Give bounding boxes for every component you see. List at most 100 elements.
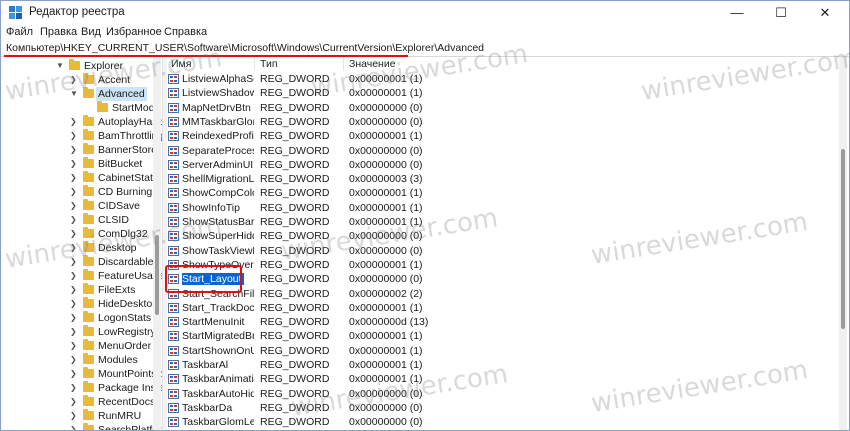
expand-right-icon[interactable]: ❯: [70, 269, 80, 283]
value-name-text: ShowTaskViewBu...: [182, 244, 254, 257]
registry-value-row[interactable]: ShellMigrationLe... REG_DWORD 0x00000003 (…: [166, 172, 837, 186]
minimize-button[interactable]: —: [715, 1, 759, 25]
registry-value-row[interactable]: ListviewAlphaSel... REG_DWORD 0x00000001 (…: [166, 72, 837, 86]
value-name-text: ReindexedProfile: [182, 130, 254, 143]
registry-value-row[interactable]: TaskbarAnimatio... REG_DWORD 0x00000001 (1…: [166, 372, 837, 386]
registry-value-row[interactable]: TaskbarAl REG_DWORD 0x00000001 (1): [166, 358, 837, 372]
registry-value-row[interactable]: MMTaskbarGlom... REG_DWORD 0x00000000 (0): [166, 115, 837, 129]
value-data: 0x00000003 (3): [349, 173, 423, 186]
expand-right-icon[interactable]: ❯: [70, 73, 80, 87]
expand-right-icon[interactable]: ❯: [70, 185, 80, 199]
registry-value-row[interactable]: ShowCompColor REG_DWORD 0x00000001 (1): [166, 186, 837, 200]
value-type: REG_DWORD: [260, 387, 330, 400]
registry-value-row[interactable]: StartShownOnUp... REG_DWORD 0x00000001 (1): [166, 344, 837, 358]
expand-right-icon[interactable]: ❯: [70, 353, 80, 367]
column-divider[interactable]: [254, 57, 255, 71]
folder-icon: [83, 213, 94, 224]
value-name-text: TaskbarAutoHide...: [182, 387, 254, 400]
menu-help[interactable]: Справка: [164, 26, 207, 38]
expand-down-icon[interactable]: ▼: [56, 59, 66, 73]
registry-value-row[interactable]: ReindexedProfile REG_DWORD 0x00000001 (1): [166, 129, 837, 143]
dword-value-icon: [168, 388, 179, 399]
registry-value-row[interactable]: StartMigratedBr... REG_DWORD 0x00000001 (1…: [166, 329, 837, 343]
expand-right-icon[interactable]: ❯: [70, 423, 80, 430]
menu-file[interactable]: Файл: [6, 26, 33, 38]
expand-right-icon[interactable]: ❯: [70, 213, 80, 227]
value-name-text: MapNetDrvBtn: [182, 101, 251, 114]
dword-value-icon: [168, 217, 179, 227]
registry-value-row[interactable]: ServerAdminUI REG_DWORD 0x00000000 (0): [166, 158, 837, 172]
value-type: REG_DWORD: [260, 216, 330, 228]
expand-right-icon[interactable]: ❯: [70, 325, 80, 339]
registry-value-row[interactable]: ShowSuperHidd... REG_DWORD 0x00000000 (0): [166, 229, 837, 243]
tree-scrollbar-thumb[interactable]: [155, 235, 159, 315]
registry-value-row[interactable]: SeparateProcess REG_DWORD 0x00000000 (0): [166, 144, 837, 158]
registry-value-row[interactable]: TaskbarDa REG_DWORD 0x00000000 (0): [166, 401, 837, 415]
dword-value-icon: [168, 245, 179, 256]
expand-right-icon[interactable]: ❯: [70, 143, 80, 157]
expand-right-icon[interactable]: ❯: [70, 409, 80, 423]
dword-value-icon: [168, 302, 179, 313]
value-data: 0x00000002 (2): [349, 287, 423, 300]
tree-item-label: BannerStore: [98, 144, 157, 156]
column-header-value[interactable]: Значение: [349, 57, 396, 71]
menu-edit[interactable]: Правка: [40, 26, 77, 38]
title-bar[interactable]: Редактор реестра — ☐ ✕: [1, 1, 849, 25]
value-name: ShowSuperHidd...: [182, 229, 254, 243]
value-type: REG_DWORD: [260, 73, 330, 85]
expand-right-icon[interactable]: ❯: [70, 367, 80, 381]
close-button[interactable]: ✕: [803, 1, 847, 25]
tree-item-label: Advanced: [96, 87, 147, 101]
expand-right-icon[interactable]: ❯: [70, 115, 80, 129]
registry-value-row[interactable]: MapNetDrvBtn REG_DWORD 0x00000000 (0): [166, 101, 837, 115]
registry-value-row[interactable]: TaskbarAutoHide... REG_DWORD 0x00000000 (0…: [166, 387, 837, 401]
expand-right-icon[interactable]: ❯: [70, 297, 80, 311]
tree-item-label: LogonStats: [98, 312, 152, 324]
value-data: 0x00000000 (0): [349, 230, 423, 243]
expand-right-icon[interactable]: ❯: [70, 227, 80, 241]
folder-icon: [83, 395, 94, 406]
expand-right-icon[interactable]: ❯: [70, 311, 80, 325]
value-name-text: ShowSuperHidd...: [182, 230, 254, 243]
expand-right-icon[interactable]: ❯: [70, 283, 80, 297]
registry-value-row[interactable]: ShowTypeOverlayREG_DWORD0x00000001 (1): [166, 258, 837, 272]
list-scrollbar[interactable]: [839, 57, 847, 430]
folder-icon: [83, 367, 94, 378]
registry-value-row[interactable]: TaskbarGlomLevel REG_DWORD 0x00000000 (0): [166, 415, 837, 429]
column-divider[interactable]: [343, 57, 344, 71]
value-name-text: ListviewAlphaSel...: [182, 73, 254, 85]
registry-value-row[interactable]: Start_Layout REG_DWORD 0x00000000 (0): [166, 272, 837, 286]
value-name-text: TaskbarAl: [182, 359, 229, 371]
value-name: ShowTaskViewBu...: [182, 244, 254, 258]
registry-value-row[interactable]: ListviewShadow REG_DWORD 0x00000001 (1): [166, 86, 837, 100]
expand-right-icon[interactable]: ❯: [70, 157, 80, 171]
column-header-type[interactable]: Тип: [260, 57, 278, 71]
expand-right-icon[interactable]: ❯: [70, 395, 80, 409]
dword-value-icon: [168, 360, 179, 370]
expand-right-icon[interactable]: ❯: [70, 199, 80, 213]
maximize-button[interactable]: ☐: [759, 1, 803, 25]
expand-right-icon[interactable]: ❯: [70, 381, 80, 395]
list-scrollbar-thumb[interactable]: [841, 149, 845, 329]
registry-value-row[interactable]: ShowInfoTip REG_DWORD 0x00000001 (1): [166, 201, 837, 215]
registry-value-row[interactable]: ShowStatusBar REG_DWORD 0x00000001 (1): [166, 215, 837, 229]
expand-right-icon[interactable]: ❯: [70, 241, 80, 255]
registry-value-row[interactable]: StartMenuInit REG_DWORD 0x0000000d (13): [166, 315, 837, 329]
menu-favorites[interactable]: Избранное: [106, 26, 162, 38]
tree-scrollbar[interactable]: [153, 57, 161, 430]
expand-right-icon[interactable]: ❯: [70, 129, 80, 143]
expand-right-icon[interactable]: ❯: [70, 171, 80, 185]
tree-item-label: CD Burning: [98, 186, 153, 198]
menu-view[interactable]: Вид: [81, 26, 101, 38]
folder-icon: [83, 227, 94, 238]
address-path[interactable]: Компьютер\HKEY_CURRENT_USER\Software\Mic…: [6, 42, 484, 54]
registry-value-row[interactable]: Start_SearchFilesREG_DWORD0x00000002 (2): [166, 287, 837, 301]
expand-down-icon[interactable]: ▼: [70, 87, 80, 101]
value-data: 0x00000001 (1): [349, 187, 423, 200]
expand-right-icon[interactable]: ❯: [70, 339, 80, 353]
registry-value-row[interactable]: ShowTaskViewBu... REG_DWORD 0x00000000 (0): [166, 244, 837, 258]
expand-right-icon[interactable]: ❯: [70, 255, 80, 269]
registry-value-row[interactable]: Start_TrackDocs REG_DWORD 0x00000001 (1): [166, 301, 837, 315]
value-type: REG_DWORD: [260, 373, 330, 386]
column-header-name[interactable]: Имя: [171, 57, 191, 71]
